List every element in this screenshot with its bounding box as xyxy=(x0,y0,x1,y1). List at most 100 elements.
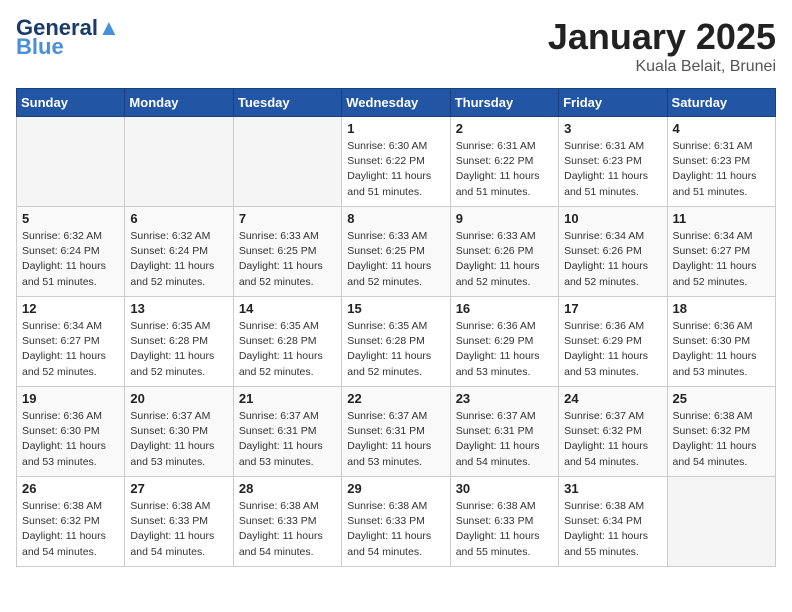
calendar-cell: 21 Sunrise: 6:37 AM Sunset: 6:31 PM Dayli… xyxy=(233,387,341,477)
day-number: 31 xyxy=(564,481,661,496)
header-wednesday: Wednesday xyxy=(342,89,450,117)
day-number: 21 xyxy=(239,391,336,406)
header-thursday: Thursday xyxy=(450,89,558,117)
header-friday: Friday xyxy=(559,89,667,117)
calendar-cell xyxy=(667,477,775,567)
day-info: Sunrise: 6:38 AM Sunset: 6:33 PM Dayligh… xyxy=(347,499,444,560)
title-block: January 2025 Kuala Belait, Brunei xyxy=(548,16,776,76)
page-header: General▲ Blue January 2025 Kuala Belait,… xyxy=(16,16,776,76)
day-info: Sunrise: 6:38 AM Sunset: 6:33 PM Dayligh… xyxy=(130,499,227,560)
day-number: 28 xyxy=(239,481,336,496)
calendar-cell: 13 Sunrise: 6:35 AM Sunset: 6:28 PM Dayli… xyxy=(125,297,233,387)
day-info: Sunrise: 6:38 AM Sunset: 6:33 PM Dayligh… xyxy=(456,499,553,560)
day-number: 9 xyxy=(456,211,553,226)
calendar-header-row: SundayMondayTuesdayWednesdayThursdayFrid… xyxy=(17,89,776,117)
calendar-cell: 29 Sunrise: 6:38 AM Sunset: 6:33 PM Dayli… xyxy=(342,477,450,567)
calendar-cell: 31 Sunrise: 6:38 AM Sunset: 6:34 PM Dayli… xyxy=(559,477,667,567)
day-info: Sunrise: 6:35 AM Sunset: 6:28 PM Dayligh… xyxy=(130,319,227,380)
logo: General▲ Blue xyxy=(16,16,120,58)
calendar-cell: 8Sunrise: 6:33 AM Sunset: 6:25 PM Daylig… xyxy=(342,207,450,297)
day-info: Sunrise: 6:34 AM Sunset: 6:27 PM Dayligh… xyxy=(22,319,119,380)
day-number: 3 xyxy=(564,121,661,136)
day-number: 29 xyxy=(347,481,444,496)
day-info: Sunrise: 6:37 AM Sunset: 6:31 PM Dayligh… xyxy=(456,409,553,470)
day-number: 15 xyxy=(347,301,444,316)
day-number: 5 xyxy=(22,211,119,226)
day-number: 30 xyxy=(456,481,553,496)
day-number: 19 xyxy=(22,391,119,406)
week-row-2: 5 Sunrise: 6:32 AM Sunset: 6:24 PM Daylig… xyxy=(17,207,776,297)
day-info: Sunrise: 6:34 AM Sunset: 6:27 PM Dayligh… xyxy=(673,229,770,290)
day-number: 18 xyxy=(673,301,770,316)
day-info: Sunrise: 6:33 AM Sunset: 6:26 PM Dayligh… xyxy=(456,229,553,290)
day-number: 16 xyxy=(456,301,553,316)
calendar-cell: 2 Sunrise: 6:31 AM Sunset: 6:22 PM Daylig… xyxy=(450,117,558,207)
day-number: 13 xyxy=(130,301,227,316)
header-saturday: Saturday xyxy=(667,89,775,117)
calendar-cell: 16 Sunrise: 6:36 AM Sunset: 6:29 PM Dayli… xyxy=(450,297,558,387)
calendar-cell: 22 Sunrise: 6:37 AM Sunset: 6:31 PM Dayli… xyxy=(342,387,450,477)
day-number: 20 xyxy=(130,391,227,406)
day-number: 2 xyxy=(456,121,553,136)
calendar-cell xyxy=(233,117,341,207)
week-row-3: 12 Sunrise: 6:34 AM Sunset: 6:27 PM Dayli… xyxy=(17,297,776,387)
day-info: Sunrise: 6:38 AM Sunset: 6:34 PM Dayligh… xyxy=(564,499,661,560)
calendar-cell: 7 Sunrise: 6:33 AM Sunset: 6:25 PM Daylig… xyxy=(233,207,341,297)
week-row-4: 19 Sunrise: 6:36 AM Sunset: 6:30 PM Dayli… xyxy=(17,387,776,477)
day-info: Sunrise: 6:36 AM Sunset: 6:30 PM Dayligh… xyxy=(673,319,770,380)
calendar-cell: 28 Sunrise: 6:38 AM Sunset: 6:33 PM Dayli… xyxy=(233,477,341,567)
day-info: Sunrise: 6:34 AM Sunset: 6:26 PM Dayligh… xyxy=(564,229,661,290)
calendar-cell xyxy=(125,117,233,207)
day-info: Sunrise: 6:30 AM Sunset: 6:22 PM Dayligh… xyxy=(347,139,444,200)
day-info: Sunrise: 6:37 AM Sunset: 6:30 PM Dayligh… xyxy=(130,409,227,470)
header-monday: Monday xyxy=(125,89,233,117)
day-number: 22 xyxy=(347,391,444,406)
calendar-cell: 27Sunrise: 6:38 AM Sunset: 6:33 PM Dayli… xyxy=(125,477,233,567)
day-number: 4 xyxy=(673,121,770,136)
calendar-cell: 19 Sunrise: 6:36 AM Sunset: 6:30 PM Dayli… xyxy=(17,387,125,477)
day-info: Sunrise: 6:36 AM Sunset: 6:29 PM Dayligh… xyxy=(564,319,661,380)
calendar-cell xyxy=(17,117,125,207)
calendar-cell: 24Sunrise: 6:37 AM Sunset: 6:32 PM Dayli… xyxy=(559,387,667,477)
header-tuesday: Tuesday xyxy=(233,89,341,117)
calendar-cell: 9 Sunrise: 6:33 AM Sunset: 6:26 PM Daylig… xyxy=(450,207,558,297)
header-sunday: Sunday xyxy=(17,89,125,117)
calendar-cell: 6 Sunrise: 6:32 AM Sunset: 6:24 PM Daylig… xyxy=(125,207,233,297)
calendar-cell: 1Sunrise: 6:30 AM Sunset: 6:22 PM Daylig… xyxy=(342,117,450,207)
logo-blue: Blue xyxy=(16,36,64,58)
day-number: 14 xyxy=(239,301,336,316)
day-info: Sunrise: 6:38 AM Sunset: 6:33 PM Dayligh… xyxy=(239,499,336,560)
calendar-cell: 5 Sunrise: 6:32 AM Sunset: 6:24 PM Daylig… xyxy=(17,207,125,297)
day-number: 12 xyxy=(22,301,119,316)
day-number: 7 xyxy=(239,211,336,226)
day-number: 6 xyxy=(130,211,227,226)
calendar-cell: 4 Sunrise: 6:31 AM Sunset: 6:23 PM Daylig… xyxy=(667,117,775,207)
day-info: Sunrise: 6:35 AM Sunset: 6:28 PM Dayligh… xyxy=(347,319,444,380)
day-number: 23 xyxy=(456,391,553,406)
day-number: 24 xyxy=(564,391,661,406)
day-info: Sunrise: 6:38 AM Sunset: 6:32 PM Dayligh… xyxy=(673,409,770,470)
day-info: Sunrise: 6:33 AM Sunset: 6:25 PM Dayligh… xyxy=(239,229,336,290)
day-number: 17 xyxy=(564,301,661,316)
calendar-cell: 14Sunrise: 6:35 AM Sunset: 6:28 PM Dayli… xyxy=(233,297,341,387)
day-info: Sunrise: 6:31 AM Sunset: 6:23 PM Dayligh… xyxy=(673,139,770,200)
week-row-5: 26 Sunrise: 6:38 AM Sunset: 6:32 PM Dayli… xyxy=(17,477,776,567)
calendar-cell: 25 Sunrise: 6:38 AM Sunset: 6:32 PM Dayli… xyxy=(667,387,775,477)
day-number: 25 xyxy=(673,391,770,406)
day-info: Sunrise: 6:36 AM Sunset: 6:29 PM Dayligh… xyxy=(456,319,553,380)
day-info: Sunrise: 6:38 AM Sunset: 6:32 PM Dayligh… xyxy=(22,499,119,560)
day-info: Sunrise: 6:37 AM Sunset: 6:31 PM Dayligh… xyxy=(239,409,336,470)
day-info: Sunrise: 6:31 AM Sunset: 6:23 PM Dayligh… xyxy=(564,139,661,200)
day-info: Sunrise: 6:32 AM Sunset: 6:24 PM Dayligh… xyxy=(22,229,119,290)
day-info: Sunrise: 6:31 AM Sunset: 6:22 PM Dayligh… xyxy=(456,139,553,200)
day-number: 26 xyxy=(22,481,119,496)
calendar-cell: 3 Sunrise: 6:31 AM Sunset: 6:23 PM Daylig… xyxy=(559,117,667,207)
day-info: Sunrise: 6:32 AM Sunset: 6:24 PM Dayligh… xyxy=(130,229,227,290)
calendar-body: 1Sunrise: 6:30 AM Sunset: 6:22 PM Daylig… xyxy=(17,117,776,567)
day-number: 10 xyxy=(564,211,661,226)
day-info: Sunrise: 6:37 AM Sunset: 6:31 PM Dayligh… xyxy=(347,409,444,470)
day-number: 11 xyxy=(673,211,770,226)
calendar-cell: 30 Sunrise: 6:38 AM Sunset: 6:33 PM Dayli… xyxy=(450,477,558,567)
day-info: Sunrise: 6:36 AM Sunset: 6:30 PM Dayligh… xyxy=(22,409,119,470)
calendar-cell: 26 Sunrise: 6:38 AM Sunset: 6:32 PM Dayli… xyxy=(17,477,125,567)
